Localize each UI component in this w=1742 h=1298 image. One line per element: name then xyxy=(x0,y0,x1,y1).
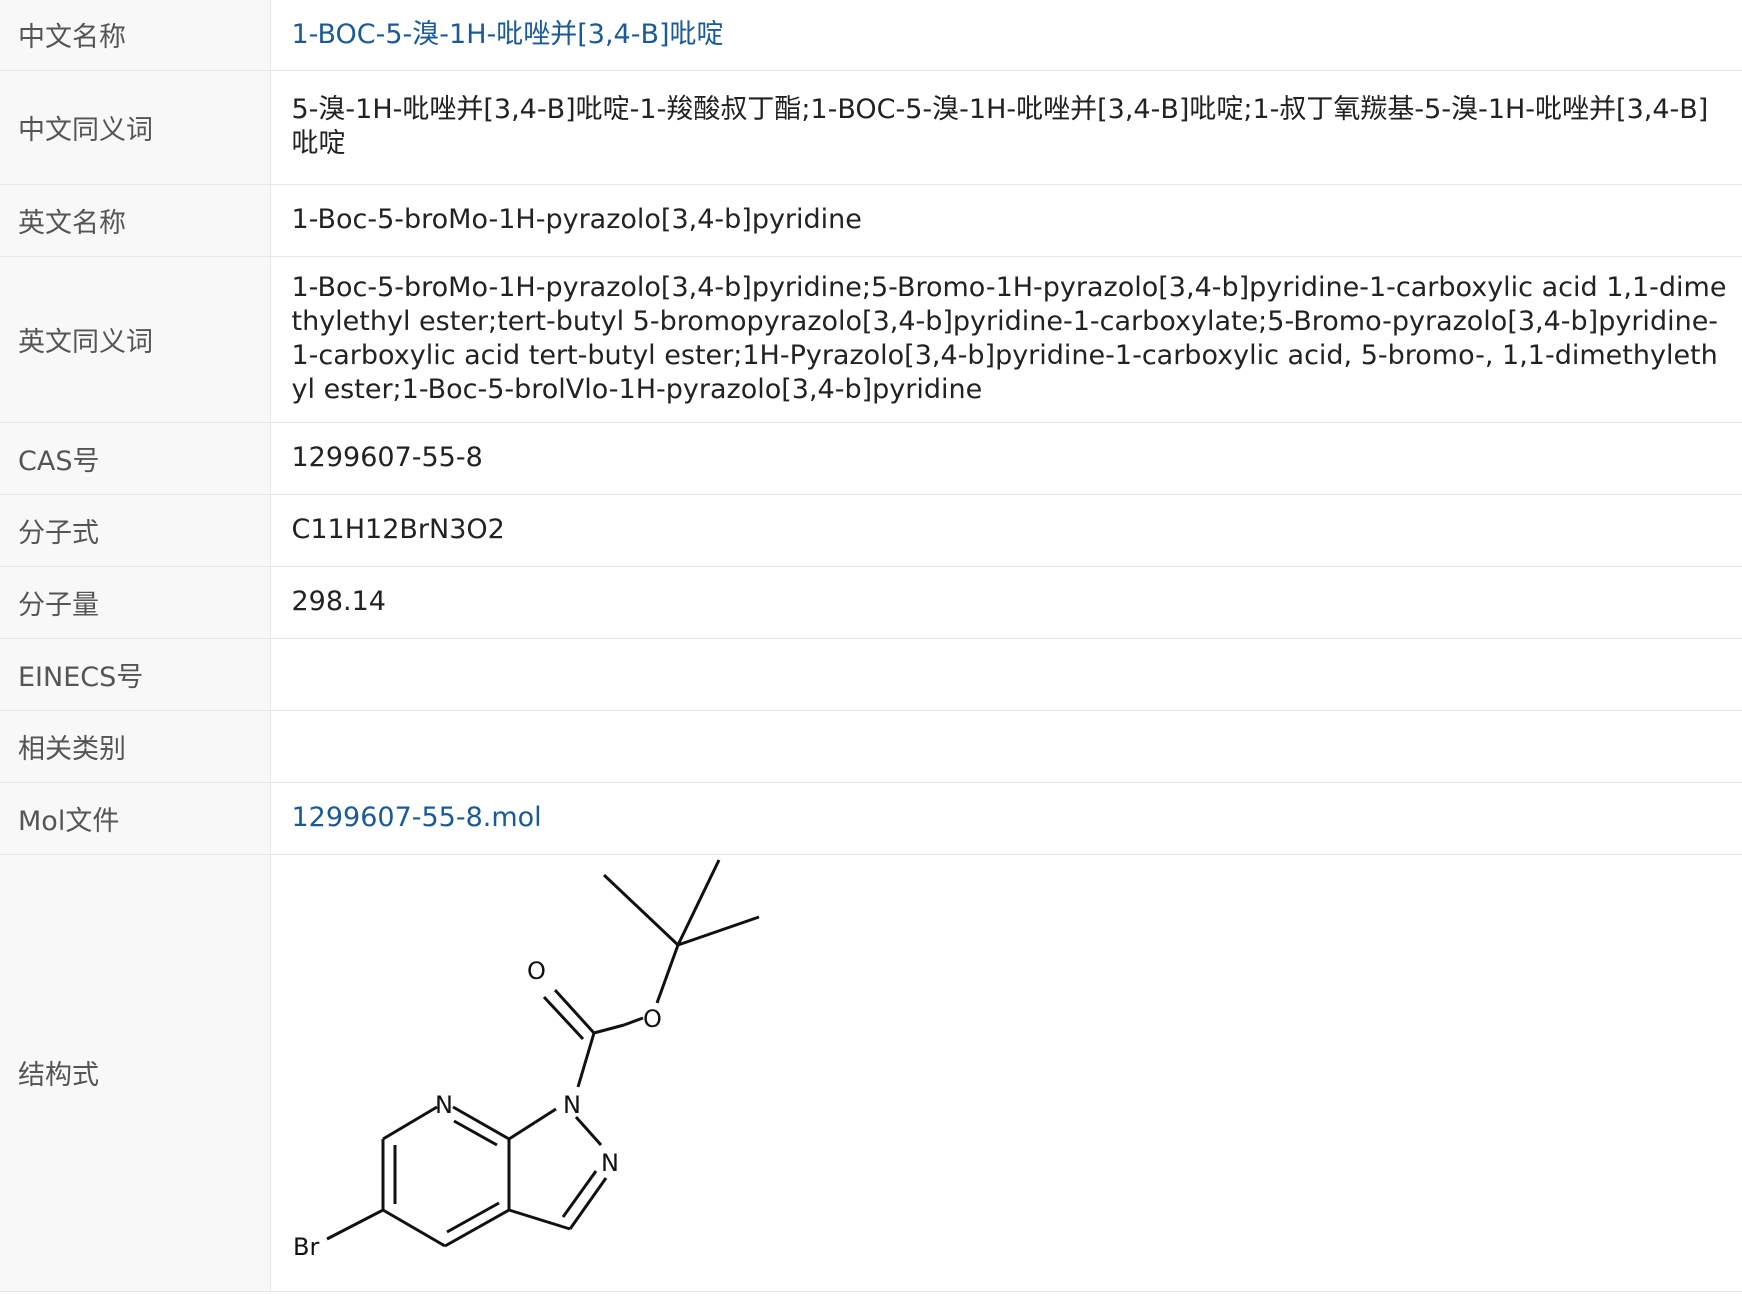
atom-label-o-carbonyl: O xyxy=(527,957,546,985)
label-category: 相关类别 xyxy=(0,710,271,783)
atom-label-br: Br xyxy=(293,1233,319,1261)
label-chinese-name: 中文名称 xyxy=(0,0,271,71)
mol-file-link[interactable]: 1299607-55-8.mol xyxy=(292,802,542,833)
value-chinese-synonyms: 5-溴-1H-吡唑并[3,4-B]吡啶-1-羧酸叔丁酯;1-BOC-5-溴-1H… xyxy=(270,70,1742,185)
row-category: 相关类别 xyxy=(0,710,1742,783)
value-formula: C11H12BrN3O2 xyxy=(270,494,1742,567)
row-einecs: EINECS号 xyxy=(0,638,1742,711)
value-english-synonyms: 1-Boc-5-broMo-1H-pyrazolo[3,4-b]pyridine… xyxy=(270,256,1742,423)
value-einecs xyxy=(270,638,1742,711)
structure-image: O O N N N Br xyxy=(271,855,1742,1291)
row-english-name: 英文名称 1-Boc-5-broMo-1H-pyrazolo[3,4-b]pyr… xyxy=(0,184,1742,257)
value-mol-file-cell: 1299607-55-8.mol xyxy=(270,782,1742,855)
properties-table: 中文名称 1-BOC-5-溴-1H-吡唑并[3,4-B]吡啶 中文同义词 5-溴… xyxy=(0,0,1742,1292)
label-mol-file: Mol文件 xyxy=(0,782,271,855)
value-molecular-weight: 298.14 xyxy=(270,566,1742,639)
atom-label-n2: N xyxy=(601,1149,619,1177)
value-chinese-name-cell: 1-BOC-5-溴-1H-吡唑并[3,4-B]吡啶 xyxy=(270,0,1742,71)
value-english-name: 1-Boc-5-broMo-1H-pyrazolo[3,4-b]pyridine xyxy=(270,184,1742,257)
label-chinese-synonyms: 中文同义词 xyxy=(0,70,271,185)
label-cas: CAS号 xyxy=(0,422,271,495)
value-structure-cell: O O N N N Br xyxy=(270,854,1742,1292)
value-category xyxy=(270,710,1742,783)
label-molecular-weight: 分子量 xyxy=(0,566,271,639)
value-cas: 1299607-55-8 xyxy=(270,422,1742,495)
atom-label-n-pyridine: N xyxy=(435,1091,453,1119)
row-molecular-weight: 分子量 298.14 xyxy=(0,566,1742,639)
label-structure: 结构式 xyxy=(0,854,271,1292)
chinese-name-link[interactable]: 1-BOC-5-溴-1H-吡唑并[3,4-B]吡啶 xyxy=(292,19,724,50)
row-chinese-name: 中文名称 1-BOC-5-溴-1H-吡唑并[3,4-B]吡啶 xyxy=(0,0,1742,71)
atom-label-o-ester: O xyxy=(643,1005,662,1033)
row-formula: 分子式 C11H12BrN3O2 xyxy=(0,494,1742,567)
label-english-synonyms: 英文同义词 xyxy=(0,256,271,423)
structure-diagram: O O N N N Br xyxy=(293,858,759,1261)
label-formula: 分子式 xyxy=(0,494,271,567)
atom-label-n1: N xyxy=(563,1091,581,1119)
row-mol-file: Mol文件 1299607-55-8.mol xyxy=(0,782,1742,855)
label-english-name: 英文名称 xyxy=(0,184,271,257)
row-cas: CAS号 1299607-55-8 xyxy=(0,422,1742,495)
row-english-synonyms: 英文同义词 1-Boc-5-broMo-1H-pyrazolo[3,4-b]py… xyxy=(0,256,1742,423)
row-structure: 结构式 O O N N N Br xyxy=(0,854,1742,1292)
row-chinese-synonyms: 中文同义词 5-溴-1H-吡唑并[3,4-B]吡啶-1-羧酸叔丁酯;1-BOC-… xyxy=(0,70,1742,185)
label-einecs: EINECS号 xyxy=(0,638,271,711)
